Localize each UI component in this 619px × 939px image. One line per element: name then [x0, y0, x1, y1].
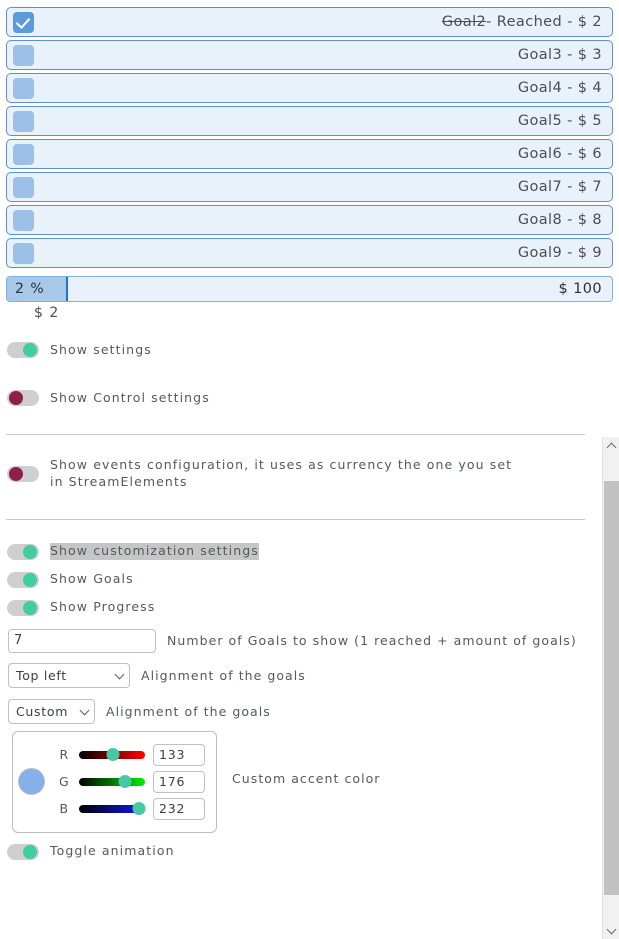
- goal-checkbox[interactable]: [13, 11, 34, 33]
- goal-row[interactable]: Goal4 - $ 4: [6, 73, 613, 103]
- blue-value-input[interactable]: 232: [153, 797, 205, 820]
- goal-label: Goal2- Reached - $ 2: [34, 14, 612, 30]
- goal-label: Goal6 - $ 6: [517, 146, 602, 162]
- goal-checkbox[interactable]: [13, 77, 34, 99]
- switch-knob-icon: [23, 600, 37, 615]
- goal-label: Goal5 - $ 5: [517, 113, 602, 129]
- goal-checkbox[interactable]: [13, 110, 34, 132]
- switch-knob-icon: [23, 544, 37, 559]
- switch-knob-icon: [9, 391, 23, 405]
- goal-label: Goal7 - $ 7: [517, 179, 602, 195]
- goal-row[interactable]: Goal3 - $ 3: [6, 40, 613, 70]
- channel-label-r: R: [59, 747, 69, 763]
- goal-checkbox[interactable]: [13, 44, 34, 66]
- show-control-settings-label: Show Control settings: [50, 389, 210, 405]
- alignment-goals-custom-label: Alignment of the goals: [106, 703, 271, 719]
- toggle-row-show-customization-settings[interactable]: Show customization settings: [0, 541, 619, 563]
- number-of-goals-input[interactable]: [8, 628, 156, 653]
- goals-list: Goal2- Reached - $ 2 Goal3 - $ 3 Goal4 -…: [0, 0, 619, 268]
- red-value-input[interactable]: 133: [153, 743, 205, 766]
- goal-row[interactable]: Goal6 - $ 6: [6, 139, 613, 169]
- goal-detail: - Reached - $ 2: [486, 14, 602, 30]
- scrollbar-thumb[interactable]: [604, 481, 619, 895]
- goal-row[interactable]: Goal9 - $ 9: [6, 238, 613, 268]
- alignment-goals-custom-select[interactable]: Custom: [8, 698, 95, 724]
- progress-percent-label: 2 %: [15, 281, 45, 297]
- show-goals-label: Show Goals: [50, 571, 134, 587]
- toggle-row-show-goals[interactable]: Show Goals: [0, 569, 619, 591]
- show-progress-switch[interactable]: [7, 599, 39, 616]
- red-slider[interactable]: [79, 747, 145, 761]
- goal-label: Goal3 - $ 3: [517, 47, 602, 63]
- switch-knob-icon: [9, 466, 23, 481]
- goal-label: Goal4 - $ 4: [517, 80, 602, 96]
- color-channel-row-b: B 232: [45, 796, 216, 822]
- goal-row[interactable]: Goal5 - $ 5: [6, 106, 613, 136]
- show-customization-settings-label: Show customization settings: [50, 543, 259, 561]
- slider-thumb-icon[interactable]: [132, 801, 146, 815]
- goal-label: Goal8 - $ 8: [517, 212, 602, 228]
- toggle-animation-switch[interactable]: [7, 843, 39, 860]
- goal-label: Goal9 - $ 9: [517, 245, 602, 261]
- scrollbar-up-button[interactable]: [603, 437, 619, 454]
- goal-row[interactable]: Goal2- Reached - $ 2: [6, 7, 613, 37]
- toggle-animation-label: Toggle animation: [50, 843, 175, 859]
- custom-accent-color-label: Custom accent color: [232, 770, 381, 786]
- channel-label-g: G: [58, 774, 70, 790]
- show-progress-label: Show Progress: [50, 599, 156, 615]
- vertical-scrollbar[interactable]: [602, 437, 619, 939]
- color-channel-row-g: G 176: [45, 769, 216, 795]
- chevron-down-icon: [116, 671, 125, 680]
- scrollbar-down-button[interactable]: [603, 922, 619, 939]
- goal-name-struck: Goal2: [441, 14, 487, 30]
- goal-checkbox[interactable]: [13, 143, 34, 165]
- show-events-configuration-label: Show events configuration, it uses as cu…: [50, 457, 513, 489]
- alignment-goals-custom-row: Custom Alignment of the goals: [0, 698, 619, 724]
- show-settings-label: Show settings: [50, 341, 152, 357]
- switch-knob-icon: [23, 343, 37, 357]
- alignment-goals-label: Alignment of the goals: [141, 667, 306, 683]
- show-settings-switch[interactable]: [7, 342, 39, 358]
- blue-slider[interactable]: [79, 801, 146, 815]
- slider-thumb-icon[interactable]: [106, 747, 120, 761]
- toggle-row-show-settings[interactable]: Show settings: [0, 339, 619, 361]
- switch-knob-icon: [23, 572, 37, 587]
- green-value-input[interactable]: 176: [153, 770, 205, 793]
- channel-label-b: B: [59, 801, 69, 817]
- progress-bar[interactable]: 2 % $ 100: [6, 276, 613, 302]
- goal-row[interactable]: Goal8 - $ 8: [6, 205, 613, 235]
- chevron-down-icon: [81, 707, 90, 716]
- goal-checkbox[interactable]: [13, 209, 34, 231]
- toggle-row-show-control-settings[interactable]: Show Control settings: [0, 387, 619, 409]
- color-channel-row-r: R 133: [45, 742, 216, 768]
- toggle-row-show-progress[interactable]: Show Progress: [0, 597, 619, 619]
- toggle-row-toggle-animation[interactable]: Toggle animation: [0, 841, 619, 863]
- alignment-goals-custom-value: Custom: [16, 703, 69, 719]
- alignment-goals-row: Top left Alignment of the goals: [0, 662, 619, 688]
- show-events-configuration-switch[interactable]: [7, 465, 39, 482]
- goal-checkbox[interactable]: [13, 242, 34, 264]
- number-of-goals-row: Number of Goals to show (1 reached + amo…: [0, 628, 619, 653]
- goal-row[interactable]: Goal7 - $ 7: [6, 172, 613, 202]
- show-customization-settings-switch[interactable]: [7, 543, 39, 560]
- toggle-row-show-events-configuration[interactable]: Show events configuration, it uses as cu…: [0, 457, 619, 491]
- alignment-goals-select[interactable]: Top left: [8, 662, 130, 688]
- progress-total-label: $ 100: [558, 281, 602, 297]
- green-slider[interactable]: [79, 774, 145, 788]
- progress-current-amount: $ 2: [34, 305, 60, 321]
- custom-accent-color-picker: R 133 G 176 B 232: [12, 730, 217, 833]
- show-control-settings-switch[interactable]: [7, 390, 39, 406]
- color-channel-list: R 133 G 176 B 232: [45, 741, 216, 823]
- show-goals-switch[interactable]: [7, 571, 39, 588]
- alignment-goals-value: Top left: [16, 667, 67, 683]
- color-preview-swatch: [18, 768, 45, 796]
- switch-knob-icon: [23, 844, 37, 859]
- goal-checkbox[interactable]: [13, 176, 34, 198]
- number-of-goals-label: Number of Goals to show (1 reached + amo…: [167, 633, 577, 649]
- slider-thumb-icon[interactable]: [118, 774, 132, 788]
